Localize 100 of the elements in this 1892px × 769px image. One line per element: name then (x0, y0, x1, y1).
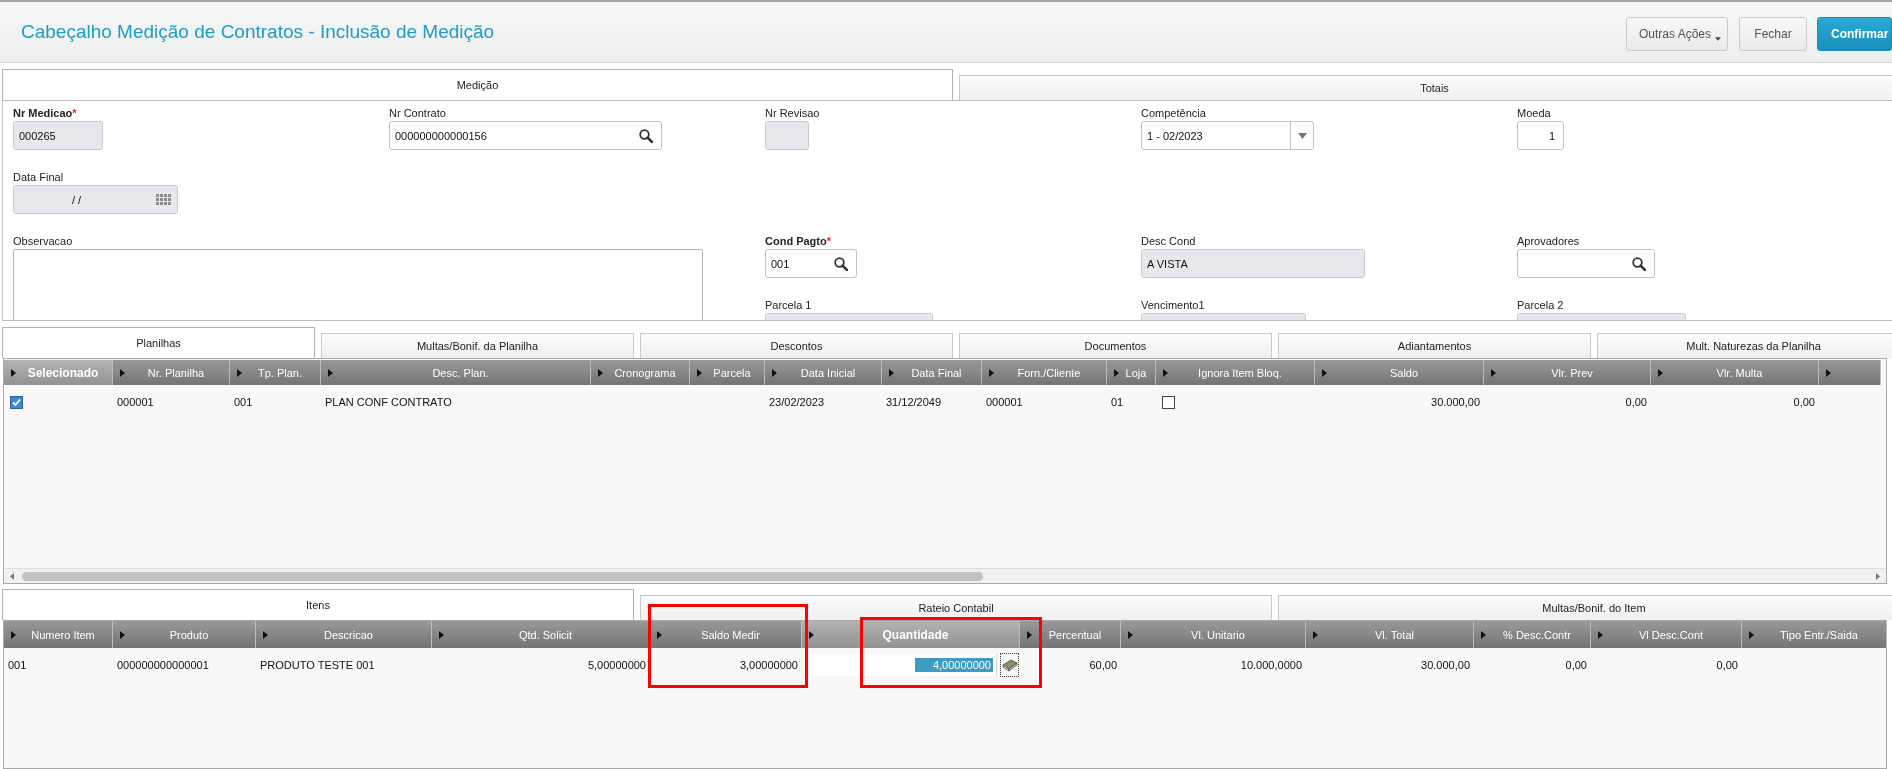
column-header[interactable]: Data Inicial (765, 360, 882, 385)
checkbox[interactable] (1162, 395, 1175, 409)
field-label: Nr Contrato (389, 107, 446, 120)
column-arrow-icon (697, 368, 702, 377)
column-header[interactable]: Vl Desc.Cont (1591, 621, 1742, 648)
search-icon (834, 256, 848, 271)
table-cell-text: 000001 (116, 395, 155, 410)
column-header[interactable]: Saldo (1315, 360, 1484, 385)
field-label: Parcela 1 (765, 299, 812, 312)
field-label: Aprovadores (1517, 235, 1580, 248)
field-label: Nr Revisao (765, 107, 820, 120)
tab[interactable]: Documentos (959, 333, 1272, 358)
lookup-field[interactable] (1517, 249, 1655, 278)
column-header[interactable]: Quantidade (802, 621, 1020, 648)
table-cell-text: 31/12/2049 (885, 395, 943, 410)
scrollbar-thumb[interactable] (22, 571, 983, 581)
field-label: Competência (1141, 107, 1206, 120)
column-header[interactable]: Percentual (1020, 621, 1121, 648)
table-cell-text: 0,00 (1624, 395, 1648, 410)
column-header[interactable]: % Desc.Contr (1474, 621, 1591, 648)
column-header[interactable]: Desc. Plan. (321, 360, 591, 385)
caret-icon (1715, 36, 1721, 42)
dropdown-field[interactable]: 1 - 02/2023 (1141, 121, 1314, 150)
column-arrow-icon (989, 368, 994, 377)
confirm-button[interactable]: Confirmar (1817, 17, 1892, 51)
column-header[interactable]: Loja (1107, 360, 1156, 385)
column-arrow-icon (1826, 368, 1831, 377)
tab[interactable]: Multas/Bonif. do Item (1278, 595, 1892, 620)
tab[interactable]: Mult. Naturezas da Planilha (1597, 333, 1892, 358)
column-header[interactable]: Qtd. Solicit (432, 621, 650, 648)
column-arrow-icon (1658, 368, 1663, 377)
scroll-left-icon (10, 572, 14, 580)
horizontal-scrollbar[interactable] (4, 568, 1886, 583)
table-cell-text: 10.000,0000 (1239, 658, 1303, 673)
column-header[interactable]: Cronograma (591, 360, 690, 385)
column-arrow-icon (889, 368, 894, 377)
column-header[interactable]: Vl. Unitario (1121, 621, 1306, 648)
table-cell-text: 01 (1110, 395, 1125, 410)
column-arrow-icon (1163, 368, 1168, 377)
column-header[interactable]: Vlr. Prev (1484, 360, 1651, 385)
column-arrow-icon (328, 368, 333, 377)
column-header[interactable]: Tipo Entr./Saida (1742, 621, 1887, 648)
tab[interactable]: Multas/Bonif. da Planilha (321, 333, 634, 358)
column-header[interactable]: Selecionado (4, 360, 113, 385)
tab[interactable]: Medição (2, 69, 953, 100)
column-header[interactable]: Nr. Planilha (113, 360, 230, 385)
tab[interactable]: Adiantamentos (1278, 333, 1591, 358)
column-header[interactable]: Numero Item (4, 621, 113, 648)
column-arrow-icon (772, 368, 777, 377)
column-arrow-icon (1128, 630, 1133, 639)
lookup-button[interactable] (1000, 653, 1019, 677)
column-header[interactable]: Tp. Plan. (230, 360, 321, 385)
calendar-icon (156, 194, 171, 205)
column-arrow-icon (1491, 368, 1496, 377)
table-cell-text: 60,00 (1088, 658, 1118, 673)
column-header[interactable]: Forn./Cliente (982, 360, 1107, 385)
column-header[interactable] (1819, 360, 1881, 385)
column-arrow-icon (263, 630, 268, 639)
column-arrow-icon (11, 368, 16, 377)
column-arrow-icon (1027, 630, 1032, 639)
column-header[interactable]: Descricao (256, 621, 432, 648)
field-label: Vencimento1 (1141, 299, 1205, 312)
column-arrow-icon (809, 630, 814, 639)
field-label: Moeda (1517, 107, 1551, 120)
column-arrow-icon (1598, 630, 1603, 639)
field-label: Parcela 2 (1517, 299, 1564, 312)
checkbox[interactable] (10, 395, 23, 409)
column-arrow-icon (598, 368, 603, 377)
page-title: Cabeçalho Medição de Contratos - Inclusão de Medição (21, 21, 495, 43)
table-cell-text: 000001 (985, 395, 1024, 410)
lookup-field[interactable]: 001 (765, 249, 857, 278)
column-arrow-icon (1114, 368, 1119, 377)
table-cell-text: 5,00000000 (586, 658, 647, 673)
field-label: Nr Medicao* (13, 107, 77, 120)
column-header[interactable]: Saldo Medir (650, 621, 802, 648)
actions-menu-button[interactable]: Outras Ações (1626, 17, 1728, 51)
column-header[interactable]: Vlr. Multa (1651, 360, 1819, 385)
dropdown-arrow-icon (1297, 132, 1307, 139)
table-cell-text: PRODUTO TESTE 001 (259, 658, 376, 673)
tab[interactable]: Descontos (640, 333, 953, 358)
tab[interactable]: Totais (959, 75, 1892, 100)
column-header[interactable]: Data Final (882, 360, 982, 385)
tab[interactable]: Rateio Contabil (640, 595, 1272, 620)
column-arrow-icon (1749, 630, 1754, 639)
table-cell-text: 23/02/2023 (768, 395, 826, 410)
field-label: Observacao (13, 235, 73, 248)
close-button[interactable]: Fechar (1739, 17, 1807, 51)
column-header[interactable]: Ignora Item Bloq. (1156, 360, 1315, 385)
tab[interactable]: Planilhas (2, 327, 315, 358)
cell-input[interactable]: 4,00000000 (811, 654, 997, 676)
column-arrow-icon (120, 368, 125, 377)
search-icon (1632, 256, 1646, 271)
column-header[interactable]: Parcela (690, 360, 765, 385)
tab[interactable]: Itens (2, 589, 634, 620)
table-cell-text: 001 (7, 658, 28, 673)
number-field[interactable]: 1 (1517, 121, 1564, 150)
table-cell-text: 000000000000001 (116, 658, 210, 673)
column-header[interactable]: Vl. Total (1306, 621, 1474, 648)
column-header[interactable]: Produto (113, 621, 256, 648)
lookup-field[interactable]: 000000000000156 (389, 121, 662, 150)
